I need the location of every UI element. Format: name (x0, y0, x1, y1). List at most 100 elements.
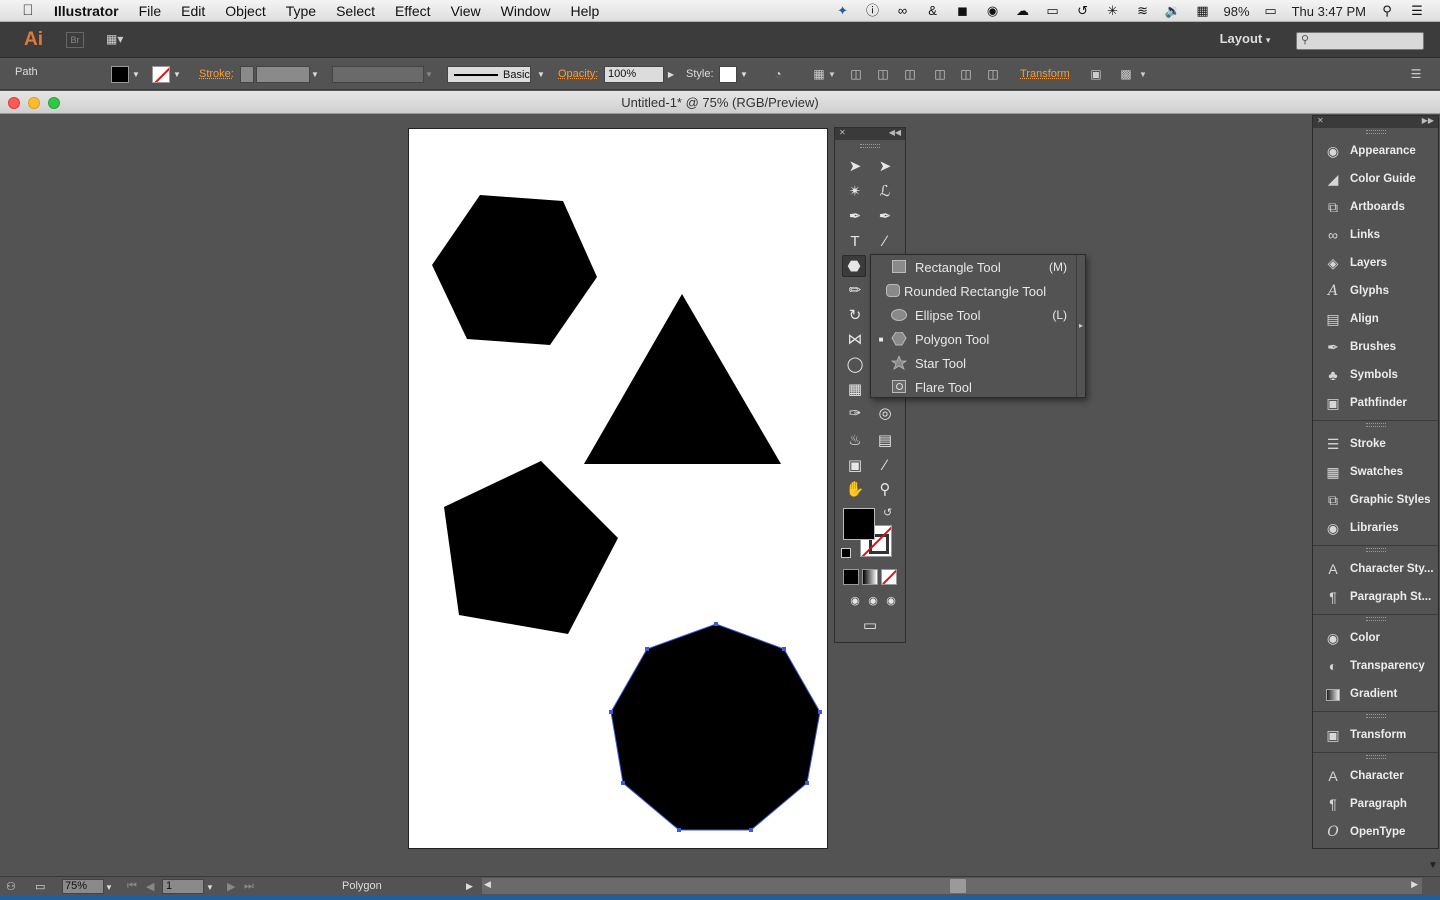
menu-window[interactable]: Window (491, 3, 561, 19)
arrange-documents-icon[interactable]: ▦▾ (106, 32, 134, 48)
menu-type[interactable]: Type (276, 3, 326, 19)
stroke-weight-dropdown[interactable]: ▼ (310, 66, 320, 83)
dock-item-color[interactable]: ◉ Color (1313, 624, 1438, 652)
tools-panel-header[interactable]: ✕ ◀◀ (835, 128, 905, 140)
bluetooth-icon[interactable]: ✳ (1104, 3, 1122, 19)
flyout-ellipse-tool[interactable]: Ellipse Tool (L) (871, 303, 1077, 327)
curvature-tool-icon[interactable]: ✒ (873, 206, 897, 228)
clock[interactable]: Thu 3:47 PM (1292, 4, 1366, 19)
dock-grip[interactable] (1366, 755, 1386, 759)
pentagon-shape[interactable] (444, 461, 618, 634)
dock-item-paragraph-styles[interactable]: ¶ Paragraph St... (1313, 583, 1438, 611)
dock-item-character-styles[interactable]: A Character Sty... (1313, 555, 1438, 583)
align-vertical-center-icon[interactable]: ◫ (957, 66, 975, 83)
zoom-tool-icon[interactable]: ⚲ (873, 479, 897, 501)
cube-icon[interactable]: ◼ (954, 3, 972, 19)
previous-artboard-button[interactable]: ◀ (146, 880, 154, 893)
perspective-grid-tool-icon[interactable]: ▦ (843, 379, 867, 401)
dock-header[interactable]: ✕ ▶▶ (1313, 116, 1438, 128)
none-mode-icon[interactable] (881, 569, 897, 585)
hand-tool-icon[interactable]: ✋ (843, 479, 867, 501)
fill-dropdown[interactable]: ▼ (131, 66, 141, 83)
line-segment-tool-icon[interactable]: ∕ (873, 231, 897, 253)
lasso-tool-icon[interactable]: ℒ (873, 181, 897, 203)
stroke-weight-field[interactable] (256, 66, 310, 83)
dock-item-transparency[interactable]: ◐ Transparency (1313, 652, 1438, 680)
dock-grip[interactable] (1366, 714, 1386, 718)
dock-grip[interactable] (1366, 130, 1386, 134)
battery-icon[interactable]: ▭ (1262, 3, 1280, 19)
volume-icon[interactable]: 🔉 (1164, 3, 1182, 19)
fill-swatch[interactable] (111, 66, 129, 83)
align-right-icon[interactable]: ◫ (901, 66, 919, 83)
menu-view[interactable]: View (441, 3, 491, 19)
flyout-rectangle-tool[interactable]: Rectangle Tool (M) (871, 255, 1077, 279)
workspace-switcher[interactable]: Layout ▾ (1205, 31, 1285, 49)
polygon-tool-icon[interactable]: ⬣ (842, 255, 866, 277)
transform-link[interactable]: Transform (1020, 68, 1070, 80)
hexagon-shape[interactable] (432, 195, 597, 345)
dock-item-links[interactable]: ∞ Links (1313, 221, 1438, 249)
next-artboard-button[interactable]: ▶ (227, 880, 235, 893)
shape-builder-tool-icon[interactable]: ◯ (843, 354, 867, 376)
menu-file[interactable]: File (129, 3, 172, 19)
horizontal-scroll-thumb[interactable] (950, 879, 966, 893)
dock-item-pathfinder[interactable]: ▣ Pathfinder (1313, 389, 1438, 417)
dock-item-swatches[interactable]: ▦ Swatches (1313, 458, 1438, 486)
menu-edit[interactable]: Edit (171, 3, 215, 19)
swap-fill-stroke-icon[interactable]: ↺ (883, 506, 892, 519)
dock-item-gradient[interactable]: Gradient (1313, 680, 1438, 708)
align-to-selection-icon[interactable]: ▦ (810, 66, 828, 83)
align-left-icon[interactable]: ◫ (847, 66, 865, 83)
last-artboard-button[interactable]: ⏭ (244, 880, 254, 893)
selection-tool-icon[interactable]: ➤ (843, 156, 867, 178)
artwork-canvas[interactable] (409, 129, 829, 850)
share-icon[interactable]: ▭ (35, 880, 45, 893)
variable-width-profile[interactable] (332, 66, 424, 83)
align-to-dropdown[interactable]: ▼ (827, 66, 837, 83)
horizontal-scrollbar[interactable]: ◀ ▶ (482, 878, 1422, 894)
stroke-swatch-none[interactable] (152, 66, 170, 83)
nonagon-shape-selected[interactable] (610, 623, 821, 831)
dock-item-opentype[interactable]: O OpenType (1313, 818, 1438, 846)
artboard[interactable] (408, 128, 828, 849)
spotlight-search-icon[interactable]: ⚲ (1378, 3, 1396, 19)
dock-item-color-guide[interactable]: ◢ Color Guide (1313, 165, 1438, 193)
dock-item-appearance[interactable]: ◉ Appearance (1313, 137, 1438, 165)
cloud-icon[interactable]: ☁ (1014, 3, 1032, 19)
gpu-performance-icon[interactable]: ⚇ (6, 880, 28, 894)
tearoff-strip[interactable]: ▸ (1076, 255, 1085, 397)
ampersand-icon[interactable]: & (924, 3, 942, 19)
eyedropper-tool-icon[interactable]: ✑ (843, 403, 867, 425)
triangle-shape[interactable] (584, 294, 781, 464)
menu-help[interactable]: Help (560, 3, 609, 19)
control-panel-menu-icon[interactable]: ☰ (1407, 66, 1425, 83)
tools-grip[interactable] (860, 144, 880, 148)
brush-definition-dropdown[interactable]: ▼ (536, 66, 546, 83)
recolor-artwork-icon[interactable]: ◔ (769, 66, 787, 83)
variable-width-dropdown[interactable]: ▼ (424, 66, 434, 83)
pencil-tool-icon[interactable]: ✏ (843, 280, 867, 302)
dock-item-paragraph[interactable]: ¶ Paragraph (1313, 790, 1438, 818)
dock-item-graphic-styles[interactable]: ⧉ Graphic Styles (1313, 486, 1438, 514)
dock-item-character[interactable]: A Character (1313, 762, 1438, 790)
collapse-icon[interactable]: ◀◀ (889, 128, 901, 137)
mask-options-icon[interactable]: ▩ (1117, 66, 1135, 83)
flyout-star-tool[interactable]: Star Tool (871, 351, 1077, 375)
opacity-label[interactable]: Opacity: (558, 68, 598, 80)
time-machine-icon[interactable]: ↺ (1074, 3, 1092, 19)
dock-item-align[interactable]: ▤ Align (1313, 305, 1438, 333)
artboard-number-field[interactable]: 1 (162, 879, 204, 894)
isolate-selected-icon[interactable]: ▣ (1087, 66, 1105, 83)
notification-center-icon[interactable]: ☰ (1408, 3, 1426, 19)
align-horizontal-center-icon[interactable]: ◫ (874, 66, 892, 83)
opacity-dropdown[interactable]: ▶ (666, 66, 676, 83)
bridge-button[interactable]: Br (66, 32, 84, 48)
creative-cloud-icon[interactable]: ◉ (984, 3, 1002, 19)
align-top-icon[interactable]: ◫ (931, 66, 949, 83)
scroll-right-arrow[interactable]: ▶ (1411, 879, 1418, 890)
apple-icon[interactable]:  (18, 2, 38, 19)
stroke-swatch-dropdown[interactable]: ▼ (172, 66, 182, 83)
dock-grip[interactable] (1366, 548, 1386, 552)
battery-percent[interactable]: 98% (1224, 4, 1250, 19)
